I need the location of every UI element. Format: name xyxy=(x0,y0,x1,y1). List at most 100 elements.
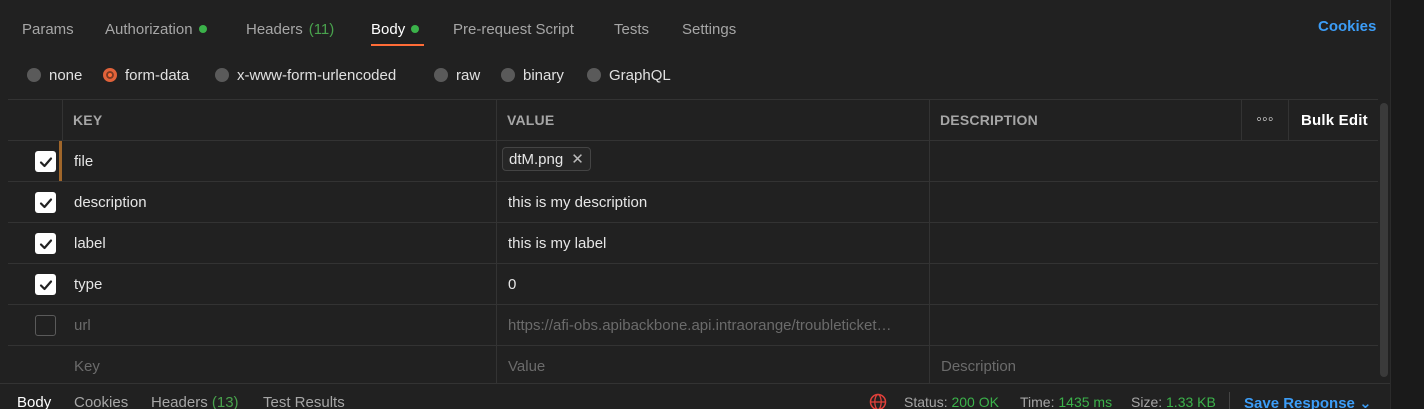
active-indicator-icon xyxy=(411,25,420,33)
response-tab-cookies[interactable]: Cookies xyxy=(74,394,128,409)
size-readout: Size: 1.33 KB xyxy=(1131,394,1216,409)
radio-x-www-form-urlencoded[interactable]: x-www-form-urlencoded xyxy=(215,62,396,88)
check-icon xyxy=(39,279,52,290)
row-checkbox[interactable] xyxy=(35,192,56,213)
drag-handle[interactable] xyxy=(59,141,62,181)
table-row: file dtM.png ✕ xyxy=(8,141,1378,182)
radio-icon xyxy=(434,68,448,82)
time-value: 1435 ms xyxy=(1058,394,1113,409)
active-indicator-icon xyxy=(198,25,207,33)
chevron-down-icon: ⌄ xyxy=(1359,395,1372,409)
form-data-table: KEY VALUE DESCRIPTION ◦◦◦ Bulk Edit file… xyxy=(8,99,1378,387)
vertical-scrollbar[interactable] xyxy=(1380,103,1388,377)
bulk-edit-button[interactable]: Bulk Edit xyxy=(1301,100,1368,140)
tab-label: Authorization xyxy=(105,20,193,38)
status-value: 200 OK xyxy=(951,394,999,409)
new-row: Key Value Description xyxy=(8,346,1378,387)
value-cell[interactable]: this is my label xyxy=(508,223,606,263)
time-label: Time: xyxy=(1020,394,1055,409)
active-tab-underline xyxy=(371,44,424,46)
value-cell[interactable]: this is my description xyxy=(508,182,647,222)
radio-binary[interactable]: binary xyxy=(501,62,564,88)
response-tab-body[interactable]: Body xyxy=(17,394,51,409)
check-icon xyxy=(39,156,52,167)
left-gutter xyxy=(0,0,8,383)
radio-label: none xyxy=(49,66,83,84)
row-checkbox[interactable] xyxy=(35,315,56,336)
response-tab-test-results[interactable]: Test Results xyxy=(263,394,345,409)
radio-graphql[interactable]: GraphQL xyxy=(587,62,671,88)
table-row: description this is my description xyxy=(8,182,1378,223)
value-cell[interactable]: 0 xyxy=(508,264,516,304)
tab-label: Settings xyxy=(682,20,737,38)
table-row: type 0 xyxy=(8,264,1378,305)
table-header-row: KEY VALUE DESCRIPTION ◦◦◦ Bulk Edit xyxy=(8,100,1378,141)
tab-headers[interactable]: Headers (11) xyxy=(246,18,334,40)
tab-label: Body xyxy=(371,20,406,38)
cookies-link[interactable]: Cookies xyxy=(1318,18,1376,35)
tab-pre-request-script[interactable]: Pre-request Script xyxy=(453,18,574,40)
right-sidebar xyxy=(1390,0,1424,409)
radio-label: x-www-form-urlencoded xyxy=(237,66,397,84)
time-readout: Time: 1435 ms xyxy=(1020,394,1112,409)
key-placeholder[interactable]: Key xyxy=(74,346,100,387)
radio-icon xyxy=(215,68,229,82)
headers-count: (13) xyxy=(211,394,239,409)
size-value: 1.33 KB xyxy=(1166,394,1216,409)
response-bar: Body Cookies Headers (13) Test Results S… xyxy=(0,383,1390,409)
check-icon xyxy=(39,238,52,249)
key-cell[interactable]: type xyxy=(74,264,102,304)
remove-file-icon[interactable]: ✕ xyxy=(571,150,584,168)
size-label: Size: xyxy=(1131,394,1163,409)
file-chip[interactable]: dtM.png ✕ xyxy=(502,147,591,171)
radio-icon xyxy=(501,68,515,82)
table-row: label this is my label xyxy=(8,223,1378,264)
description-placeholder[interactable]: Description xyxy=(941,346,1016,387)
header-value: VALUE xyxy=(507,112,555,128)
status-readout: Status: 200 OK xyxy=(904,394,999,409)
save-response-button[interactable]: Save Response ⌄ xyxy=(1244,394,1372,409)
key-cell[interactable]: description xyxy=(74,182,147,222)
table-row: url https://afi-obs.apibackbone.api.intr… xyxy=(8,305,1378,346)
tab-params[interactable]: Params xyxy=(22,18,74,40)
key-cell[interactable]: file xyxy=(74,141,93,181)
tab-tests[interactable]: Tests xyxy=(614,18,649,40)
radio-selected-icon xyxy=(103,68,117,82)
tab-body[interactable]: Body xyxy=(371,18,420,40)
save-response-label: Save Response xyxy=(1244,395,1355,409)
value-placeholder[interactable]: Value xyxy=(508,346,545,387)
key-cell[interactable]: label xyxy=(74,223,106,263)
key-cell[interactable]: url xyxy=(74,305,91,345)
headers-count: (11) xyxy=(308,20,335,38)
request-tabs: Params Authorization Headers (11) Body Pr… xyxy=(0,0,1390,56)
tab-label: Pre-request Script xyxy=(453,20,574,38)
radio-raw[interactable]: raw xyxy=(434,62,480,88)
radio-label: binary xyxy=(523,66,564,84)
tab-label: Tests xyxy=(614,20,650,38)
file-name: dtM.png xyxy=(509,150,564,168)
radio-label: raw xyxy=(456,66,481,84)
check-icon xyxy=(39,197,52,208)
header-key: KEY xyxy=(73,112,103,128)
value-cell[interactable]: https://afi-obs.apibackbone.api.intraora… xyxy=(508,305,928,345)
divider xyxy=(1229,392,1230,409)
globe-icon[interactable] xyxy=(869,393,887,409)
tab-settings[interactable]: Settings xyxy=(682,18,736,40)
header-description: DESCRIPTION xyxy=(940,112,1038,128)
row-checkbox[interactable] xyxy=(35,233,56,254)
tab-label: Params xyxy=(22,20,74,38)
radio-none[interactable]: none xyxy=(27,62,82,88)
radio-icon xyxy=(27,68,41,82)
tab-label: Headers xyxy=(151,394,208,409)
row-checkbox[interactable] xyxy=(35,151,56,172)
tab-label: Headers xyxy=(246,20,303,38)
radio-label: GraphQL xyxy=(609,66,671,84)
row-checkbox[interactable] xyxy=(35,274,56,295)
tab-authorization[interactable]: Authorization xyxy=(105,18,207,40)
status-label: Status: xyxy=(904,394,948,409)
more-options-icon[interactable]: ◦◦◦ xyxy=(1242,100,1288,140)
response-tab-headers[interactable]: Headers (13) xyxy=(151,394,239,409)
radio-form-data[interactable]: form-data xyxy=(103,62,189,88)
body-type-selector: none form-data x-www-form-urlencoded raw… xyxy=(0,62,1390,88)
radio-icon xyxy=(587,68,601,82)
